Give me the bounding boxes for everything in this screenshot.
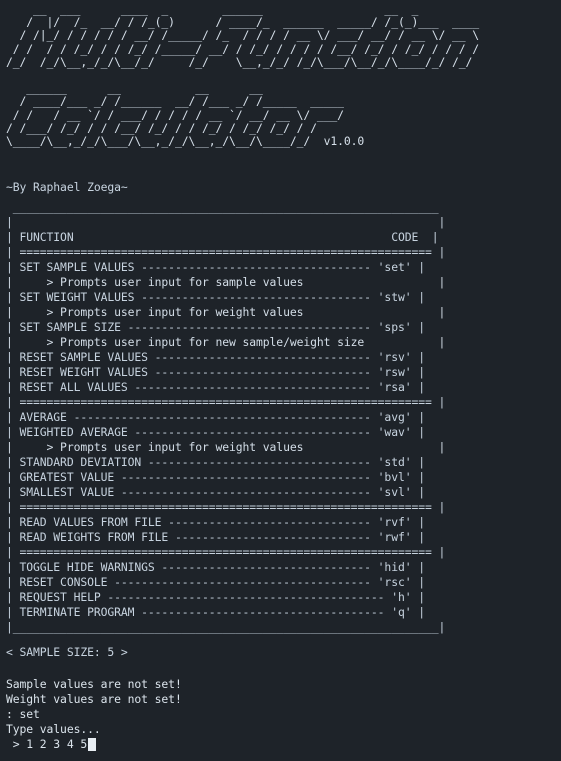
menu-line: | STANDARD DEVIATION -------------------…: [6, 455, 425, 469]
menu-line: | READ VALUES FROM FILE ----------------…: [6, 515, 425, 529]
menu-line: | > Prompts user input for new sample/we…: [6, 335, 446, 349]
menu-line: | FUNCTION CODE |: [6, 230, 439, 244]
terminal-window[interactable]: __ ___ ____ _ ______ __ _ / |/ /_ __/ / …: [0, 0, 561, 761]
menu-line: | RESET WEIGHT VALUES ------------------…: [6, 365, 425, 379]
author-credit: ~By Raphael Zoega~: [6, 180, 128, 194]
menu-line: | > Prompts user input for weight values…: [6, 440, 446, 454]
console-line: Type values...: [6, 722, 101, 736]
menu-line: |_______________________________________…: [6, 620, 446, 634]
menu-line: | TERMINATE PROGRAM --------------------…: [6, 605, 425, 619]
console-line: : set: [6, 707, 40, 721]
menu-line: | ======================================…: [6, 245, 446, 259]
console-line: Sample values are not set!: [6, 677, 182, 691]
ascii-art-line: /_/ /_/\__,_/_/\__/_/ /_/ \__,_/_/ /_/\_…: [6, 54, 473, 69]
menu-line: | TOGGLE HIDE WARNINGS -----------------…: [6, 560, 425, 574]
menu-line: | REQUEST HELP -------------------------…: [6, 590, 425, 604]
menu-line: | SET WEIGHT VALUES --------------------…: [6, 290, 425, 304]
menu-line: | ======================================…: [6, 395, 446, 409]
menu-line: | READ WEIGHTS FROM FILE ---------------…: [6, 530, 425, 544]
menu-line: | GREATEST VALUE -----------------------…: [6, 470, 425, 484]
sample-size-status: < SAMPLE SIZE: 5 >: [6, 645, 128, 659]
console-input-line[interactable]: > 1 2 3 4 5: [6, 737, 87, 752]
menu-line: | RESET ALL VALUES ---------------------…: [6, 380, 425, 394]
menu-line: | WEIGHTED AVERAGE ---------------------…: [6, 425, 425, 439]
menu-line: ________________________________________…: [6, 200, 439, 214]
console-line: Weight values are not set!: [6, 692, 182, 706]
menu-line: | AVERAGE ------------------------------…: [6, 410, 425, 424]
menu-line: | ======================================…: [6, 545, 446, 559]
menu-line: | > Prompts user input for weight values…: [6, 305, 446, 319]
menu-line: | |: [6, 215, 446, 229]
ascii-art-line: \____/\__,_/_/\___/\__,_/_/\__,_/\__/\__…: [6, 134, 365, 148]
menu-line: | SMALLEST VALUE -----------------------…: [6, 485, 425, 499]
menu-line: | > Prompts user input for sample values…: [6, 275, 446, 289]
menu-line: | SET SAMPLE SIZE ----------------------…: [6, 320, 425, 334]
menu-line: | ======================================…: [6, 500, 446, 514]
menu-line: | RESET CONSOLE ------------------------…: [6, 575, 425, 589]
menu-line: | SET SAMPLE VALUES --------------------…: [6, 260, 425, 274]
text-cursor: [88, 738, 96, 751]
menu-line: | RESET SAMPLE VALUES ------------------…: [6, 350, 425, 364]
